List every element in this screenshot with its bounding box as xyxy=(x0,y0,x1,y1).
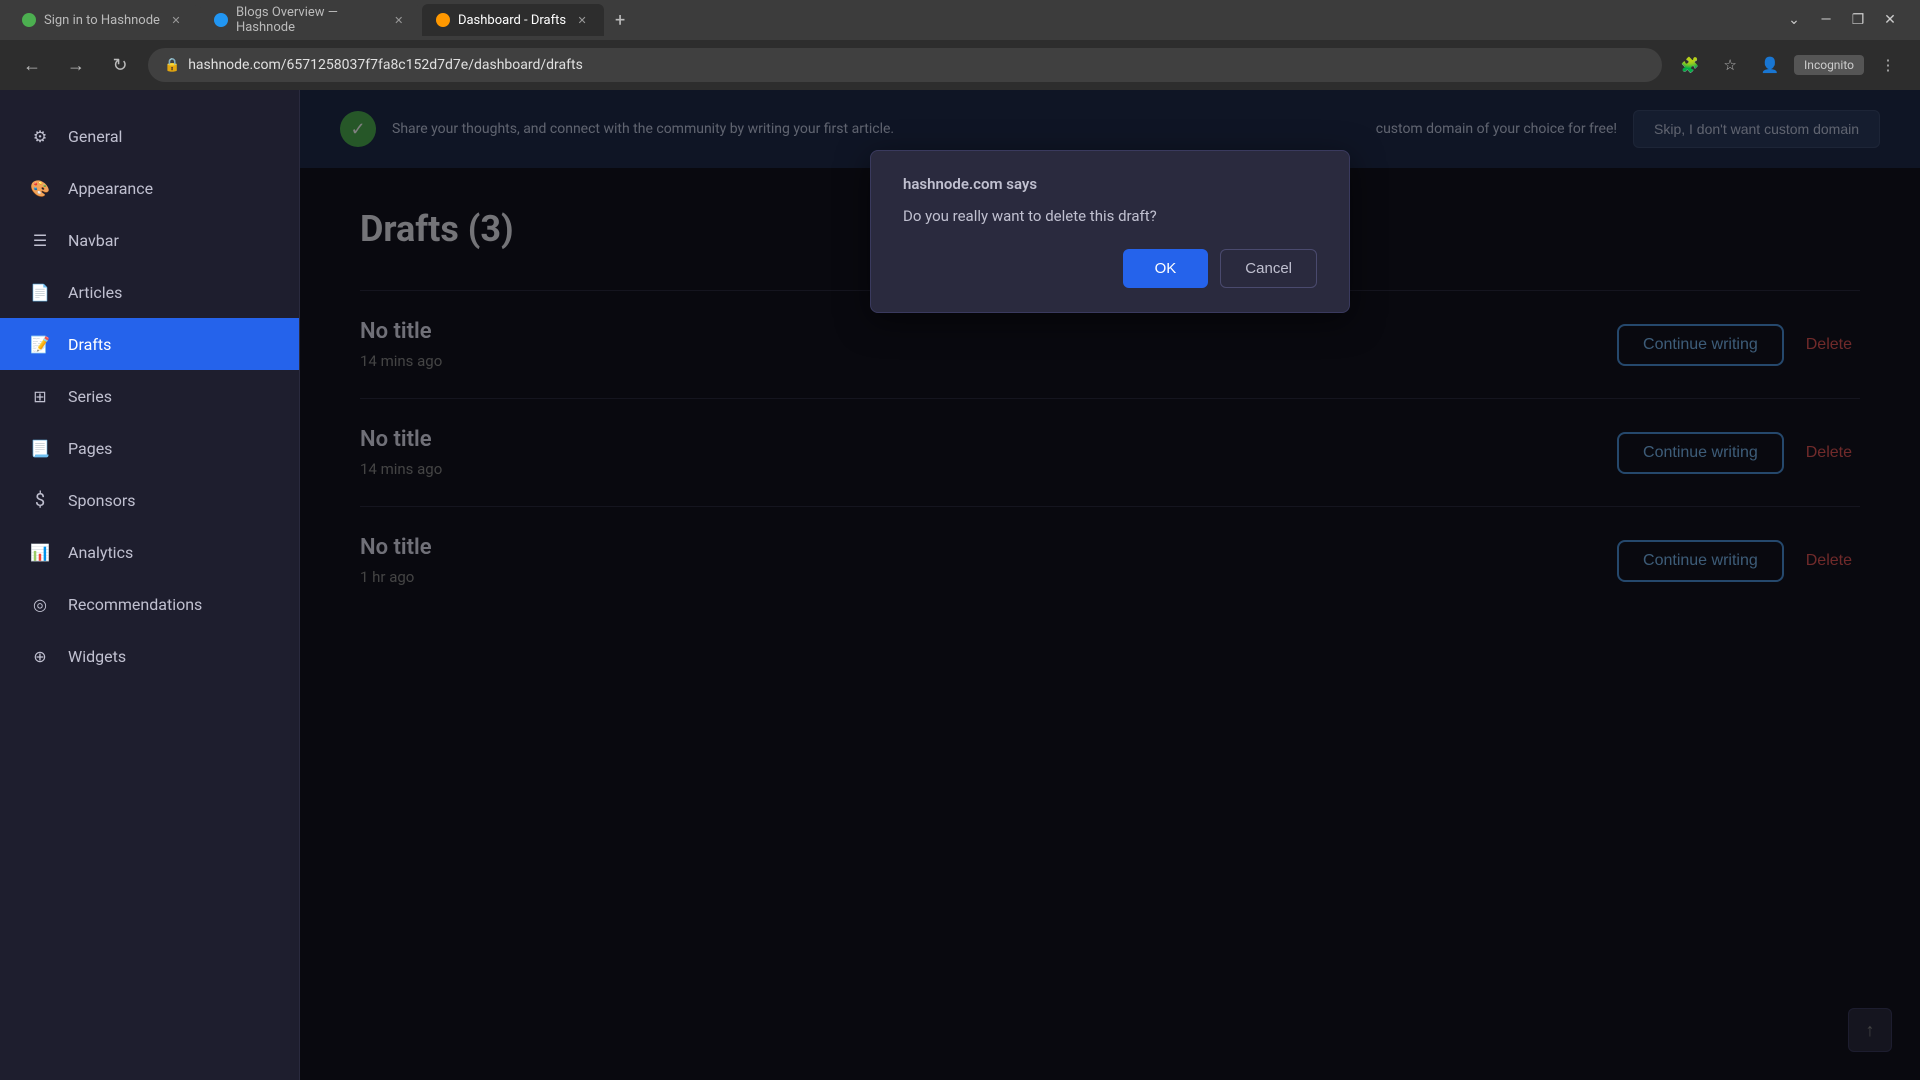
general-icon: ⚙ xyxy=(28,124,52,148)
sidebar-item-analytics[interactable]: 📊 Analytics xyxy=(0,526,299,578)
sidebar-item-recommendations[interactable]: ◎ Recommendations xyxy=(0,578,299,630)
sidebar-label-sponsors: Sponsors xyxy=(68,491,136,510)
sidebar-item-widgets[interactable]: ⊕ Widgets xyxy=(0,630,299,682)
sidebar-label-drafts: Drafts xyxy=(68,335,111,354)
dialog-cancel-button[interactable]: Cancel xyxy=(1220,249,1317,288)
sidebar-label-articles: Articles xyxy=(68,283,122,302)
dialog-buttons: OK Cancel xyxy=(903,249,1317,288)
window-dropdown[interactable]: ⌄ xyxy=(1780,6,1808,34)
sidebar-item-appearance[interactable]: 🎨 Appearance xyxy=(0,162,299,214)
tab2-label: Blogs Overview — Hashnode xyxy=(236,5,384,35)
address-actions: 🧩 ☆ 👤 Incognito ⋮ xyxy=(1674,49,1904,81)
incognito-badge: Incognito xyxy=(1794,55,1864,75)
sidebar-item-pages[interactable]: 📃 Pages xyxy=(0,422,299,474)
tab-sign-in[interactable]: Sign in to Hashnode ✕ xyxy=(8,4,198,36)
sponsors-icon: $ xyxy=(28,488,52,512)
tab1-favicon xyxy=(22,13,36,27)
tab1-close[interactable]: ✕ xyxy=(168,12,184,28)
tab-blogs-overview[interactable]: Blogs Overview — Hashnode ✕ xyxy=(200,4,420,36)
tab-dashboard-drafts[interactable]: Dashboard - Drafts ✕ xyxy=(422,4,604,36)
forward-button[interactable]: → xyxy=(60,49,92,81)
maximize-button[interactable]: ❐ xyxy=(1844,6,1872,34)
sidebar-item-drafts[interactable]: 📝 Drafts xyxy=(0,318,299,370)
sidebar-item-series[interactable]: ⊞ Series xyxy=(0,370,299,422)
sidebar-label-appearance: Appearance xyxy=(68,179,153,198)
sidebar-label-widgets: Widgets xyxy=(68,647,126,666)
pages-icon: 📃 xyxy=(28,436,52,460)
minimize-button[interactable]: — xyxy=(1812,6,1840,34)
tab2-favicon xyxy=(214,13,228,27)
drafts-icon: 📝 xyxy=(28,332,52,356)
sidebar-label-analytics: Analytics xyxy=(68,543,133,562)
tab3-close[interactable]: ✕ xyxy=(574,12,590,28)
browser-menu-button[interactable]: ⋮ xyxy=(1872,49,1904,81)
tab3-favicon xyxy=(436,13,450,27)
sidebar-item-sponsors[interactable]: $ Sponsors xyxy=(0,474,299,526)
star-button[interactable]: ☆ xyxy=(1714,49,1746,81)
browser-chrome: Sign in to Hashnode ✕ Blogs Overview — H… xyxy=(0,0,1920,90)
analytics-icon: 📊 xyxy=(28,540,52,564)
content-area: ✓ Share your thoughts, and connect with … xyxy=(300,90,1920,1080)
sidebar-label-series: Series xyxy=(68,387,112,406)
back-button[interactable]: ← xyxy=(16,49,48,81)
profile-button[interactable]: 👤 xyxy=(1754,49,1786,81)
dialog-message: Do you really want to delete this draft? xyxy=(903,207,1317,225)
series-icon: ⊞ xyxy=(28,384,52,408)
sidebar-label-navbar: Navbar xyxy=(68,231,119,250)
sidebar-item-articles[interactable]: 📄 Articles xyxy=(0,266,299,318)
url-bar[interactable]: 🔒 hashnode.com/6571258037f7fa8c152d7d7e/… xyxy=(148,48,1662,82)
address-bar: ← → ↻ 🔒 hashnode.com/6571258037f7fa8c152… xyxy=(0,40,1920,90)
main-layout: ⚙ General 🎨 Appearance ☰ Navbar 📄 Articl… xyxy=(0,90,1920,1080)
window-controls: ⌄ — ❐ ✕ xyxy=(1780,6,1912,34)
appearance-icon: 🎨 xyxy=(28,176,52,200)
recommendations-icon: ◎ xyxy=(28,592,52,616)
sidebar-label-general: General xyxy=(68,127,122,146)
dialog-site: hashnode.com says xyxy=(903,175,1317,193)
tab3-label: Dashboard - Drafts xyxy=(458,13,566,28)
sidebar-item-navbar[interactable]: ☰ Navbar xyxy=(0,214,299,266)
new-tab-button[interactable]: + xyxy=(606,6,634,34)
tab-bar: Sign in to Hashnode ✕ Blogs Overview — H… xyxy=(0,0,1920,40)
articles-icon: 📄 xyxy=(28,280,52,304)
sidebar-label-recommendations: Recommendations xyxy=(68,595,202,614)
lock-icon: 🔒 xyxy=(164,58,180,73)
sidebar-label-pages: Pages xyxy=(68,439,112,458)
navbar-icon: ☰ xyxy=(28,228,52,252)
dialog-overlay: hashnode.com says Do you really want to … xyxy=(300,90,1920,1080)
dialog-box: hashnode.com says Do you really want to … xyxy=(870,150,1350,313)
close-button[interactable]: ✕ xyxy=(1876,6,1904,34)
widgets-icon: ⊕ xyxy=(28,644,52,668)
tab2-close[interactable]: ✕ xyxy=(392,12,406,28)
refresh-button[interactable]: ↻ xyxy=(104,49,136,81)
sidebar-item-general[interactable]: ⚙ General xyxy=(0,110,299,162)
sidebar: ⚙ General 🎨 Appearance ☰ Navbar 📄 Articl… xyxy=(0,90,300,1080)
tab1-label: Sign in to Hashnode xyxy=(44,13,160,28)
extensions-button[interactable]: 🧩 xyxy=(1674,49,1706,81)
dialog-ok-button[interactable]: OK xyxy=(1123,249,1209,288)
url-text: hashnode.com/6571258037f7fa8c152d7d7e/da… xyxy=(188,57,583,73)
